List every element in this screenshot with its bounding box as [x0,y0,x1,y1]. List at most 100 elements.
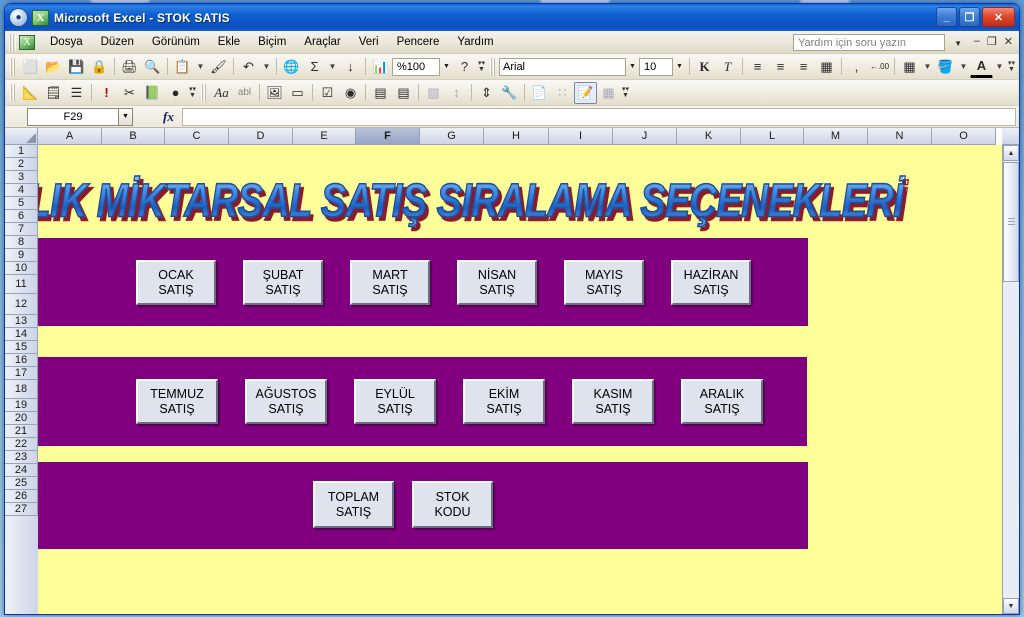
button-eylul-satis[interactable]: EYLÜL SATIŞ [354,379,436,424]
formatting-toolbar-overflow-icon[interactable]: ▾▾ ▼ [1006,56,1017,78]
row-header-20[interactable]: 20 [5,412,38,425]
row-header-26[interactable]: 26 [5,490,38,503]
standard-toolbar-overflow-icon[interactable]: ▾▾ ▼ [476,56,487,78]
column-header-j[interactable]: J [613,128,677,145]
row-header-21[interactable]: 21 [5,425,38,438]
view-code-icon[interactable]: ☰ [65,82,88,104]
row-header-6[interactable]: 6 [5,210,38,223]
font-size-combo[interactable]: 10 [639,57,673,76]
button-ocak-satis[interactable]: OCAK SATIŞ [136,260,216,305]
font-size-dropdown-icon[interactable]: ▼ [673,58,686,76]
comma-style-icon[interactable]: , [845,56,868,78]
label-control-icon[interactable]: Aa [210,82,233,104]
row-header-25[interactable]: 25 [5,477,38,490]
zoom-dropdown-icon[interactable]: ▼ [440,58,453,76]
row-header-8[interactable]: 8 [5,236,38,249]
restore-button[interactable]: ❐ [959,7,980,27]
sheet-canvas[interactable]: AYLIK MİKTARSAL SATIŞ SIRALAMA SEÇENEKLE… [38,145,1002,614]
doc-minimize-button[interactable]: – [974,35,980,48]
font-color-icon[interactable]: A [970,56,993,78]
button-haziran-satis[interactable]: HAZİRAN SATIŞ [671,260,751,305]
standard-toolbar-grip[interactable] [10,57,16,76]
print-icon[interactable]: 🖨 [118,56,141,78]
row-header-11[interactable]: 11 [5,275,38,294]
merge-cells-icon[interactable]: ▦ [815,56,838,78]
control-toolbox-grip[interactable] [201,83,207,102]
menu-item-pencere[interactable]: Pencere [388,33,449,51]
menu-item-dosya[interactable]: Dosya [41,33,92,51]
menubar-grip[interactable] [9,33,16,51]
column-header-e[interactable]: E [293,128,356,145]
row-header-22[interactable]: 22 [5,438,38,451]
formatting-toolbar-grip[interactable] [490,57,496,76]
vertical-scrollbar[interactable]: ▲ ▼ [1002,145,1019,614]
new-document-icon[interactable]: ⬜ [19,56,42,78]
properties-icon[interactable]: 🗒 [42,82,65,104]
control-toolbox-extra-icon[interactable]: ▦ [597,82,620,104]
microsoft-script-editor-icon[interactable]: ● [164,82,187,104]
row-header-10[interactable]: 10 [5,262,38,275]
control-toolbox-overflow-icon[interactable]: ▾▾ ▼ [620,82,631,104]
formula-input[interactable] [181,107,1016,126]
decrease-decimal-icon[interactable]: ←.00 [868,56,891,78]
menu-item-duzen[interactable]: Düzen [92,33,143,51]
button-mayis-satis[interactable]: MAYIS SATIŞ [564,260,644,305]
fill-color-dropdown-icon[interactable]: ▼ [957,56,970,78]
column-header-k[interactable]: K [677,128,741,145]
scroll-up-button[interactable]: ▲ [1003,145,1019,161]
visual-basic-editor-icon[interactable]: 📗 [141,82,164,104]
close-button[interactable]: ✕ [982,7,1015,27]
column-header-l[interactable]: L [741,128,804,145]
column-header-m[interactable]: M [804,128,868,145]
menu-item-gorunum[interactable]: Görünüm [143,33,209,51]
design-grid-icon[interactable]: 📝 [574,81,597,104]
doc-close-button[interactable]: ✕ [1004,35,1013,48]
image-control-icon[interactable]: 🖼 [263,82,286,104]
print-preview-icon[interactable]: 🔍 [141,56,164,78]
row-header-2[interactable]: 2 [5,158,38,171]
button-ekim-satis[interactable]: EKİM SATIŞ [463,379,545,424]
paste-icon[interactable]: 📋 [171,56,194,78]
column-header-a[interactable]: A [38,128,102,145]
button-nisan-satis[interactable]: NİSAN SATIŞ [457,260,537,305]
help-icon[interactable]: ? [453,56,476,78]
column-header-f[interactable]: F [356,128,420,145]
align-center-icon[interactable]: ≡ [769,56,792,78]
menu-item-ekle[interactable]: Ekle [209,33,249,51]
button-stok-kodu[interactable]: STOK KODU [412,481,493,528]
commandbutton-control-icon[interactable]: ▭ [286,82,309,104]
paste-dropdown-icon[interactable]: ▼ [194,56,207,78]
font-color-dropdown-icon[interactable]: ▼ [993,56,1006,78]
column-header-c[interactable]: C [165,128,229,145]
control-wizard-icon[interactable]: ✂ [118,82,141,104]
font-name-dropdown-icon[interactable]: ▼ [626,58,639,76]
fill-color-icon[interactable]: 🪣 [934,56,957,78]
button-kasim-satis[interactable]: KASIM SATIŞ [572,379,654,424]
row-header-3[interactable]: 3 [5,171,38,184]
column-header-d[interactable]: D [229,128,293,145]
button-aralik-satis[interactable]: ARALIK SATIŞ [681,379,763,424]
textbox-control-icon[interactable]: abl [233,82,256,104]
row-header-1[interactable]: 1 [5,145,38,158]
menu-item-veri[interactable]: Veri [350,33,388,51]
name-box[interactable]: F29 [27,107,119,126]
scrollbar-thumb[interactable] [1003,162,1019,282]
borders-dropdown-icon[interactable]: ▼ [921,56,934,78]
save-icon[interactable]: 💾 [65,56,88,78]
column-header-g[interactable]: G [420,128,484,145]
chevron-down-icon[interactable]: ▼ [954,39,962,48]
ask-a-question-input[interactable]: Yardım için soru yazın [793,34,945,51]
scrollbar-control-icon[interactable]: ⇕ [475,82,498,104]
insert-function-icon[interactable]: fx [163,109,174,125]
button-mart-satis[interactable]: MART SATIŞ [350,260,430,305]
minimize-button[interactable]: _ [936,7,957,27]
row-header-19[interactable]: 19 [5,399,38,412]
button-subat-satis[interactable]: ŞUBAT SATIŞ [243,260,323,305]
row-header-13[interactable]: 13 [5,315,38,328]
vb-toolbar-overflow-icon[interactable]: ▾▾ ▼ [187,82,198,104]
button-toplam-satis[interactable]: TOPLAM SATIŞ [313,481,394,528]
view-code-2-icon[interactable]: ∷ [551,82,574,104]
row-header-27[interactable]: 27 [5,503,38,516]
visual-basic-toolbar-grip[interactable] [10,83,16,102]
button-agustos-satis[interactable]: AĞUSTOS SATIŞ [245,379,327,424]
